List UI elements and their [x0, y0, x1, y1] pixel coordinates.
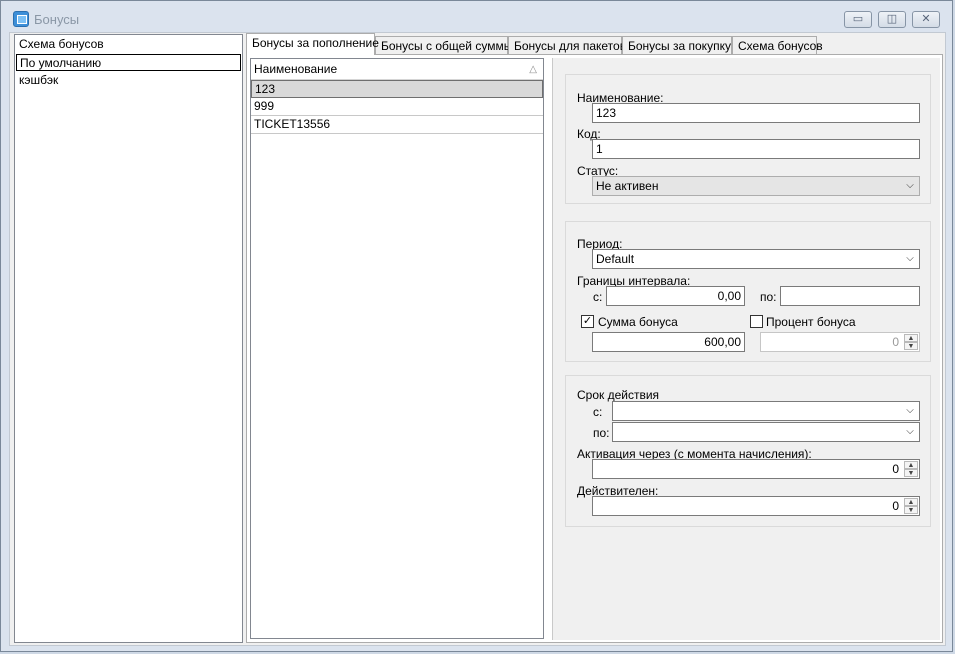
period-group: Период: Default ⌵ Границы интервала: с: …: [565, 221, 931, 362]
tab-purchase-bonuses[interactable]: Бонусы за покупку: [622, 36, 732, 55]
bonus-percent-field[interactable]: 0 ▲ ▼: [760, 332, 920, 352]
title-bar: Бонусы ▭ ◫ ✕: [1, 1, 954, 33]
spin-down-icon[interactable]: ▼: [904, 506, 918, 514]
grid-row[interactable]: TICKET13556: [251, 116, 543, 134]
tab-bonus-scheme[interactable]: Схема бонусов: [732, 36, 823, 55]
activation-value: 0: [892, 462, 899, 476]
spin-up-icon[interactable]: ▲: [904, 498, 918, 506]
grid-row[interactable]: 123: [251, 80, 543, 98]
check-icon: ✓: [582, 315, 593, 327]
validity-to-label: по:: [593, 426, 610, 440]
interval-to-field[interactable]: [780, 286, 920, 306]
interval-from-label: с:: [593, 290, 603, 304]
bonus-percent-checkbox[interactable]: [750, 315, 763, 328]
app-icon: [13, 11, 29, 27]
valid-spinner[interactable]: ▲ ▼: [904, 498, 918, 514]
tab-total-sum-bonuses[interactable]: Бонусы с общей суммы: [375, 36, 512, 55]
scheme-item-schema[interactable]: Схема бонусов: [16, 36, 241, 53]
client-area: Схема бонусов По умолчанию кэшбэк Бонусы…: [9, 32, 946, 646]
sort-ascending-icon: △: [529, 64, 537, 75]
grid-header-label: Наименование: [254, 62, 338, 76]
close-button[interactable]: ✕: [912, 11, 940, 28]
interval-to-label: по:: [760, 290, 777, 304]
chevron-down-icon[interactable]: ⌵: [903, 250, 917, 268]
minimize-button[interactable]: ▭: [844, 11, 872, 28]
scheme-item-default[interactable]: По умолчанию: [16, 54, 241, 71]
grid-header-name[interactable]: Наименование △: [251, 59, 543, 80]
code-field[interactable]: 1: [592, 139, 920, 159]
scheme-item-cashback[interactable]: кэшбэк: [16, 72, 241, 89]
spin-up-icon[interactable]: ▲: [904, 461, 918, 469]
tab-topup-bonuses[interactable]: Бонусы за пополнение: [246, 33, 379, 55]
period-value: Default: [596, 252, 635, 266]
spin-down-icon[interactable]: ▼: [904, 342, 918, 350]
bonus-sum-label: Сумма бонуса: [598, 315, 678, 329]
bonus-sum-field[interactable]: 600,00: [592, 332, 745, 352]
spin-up-icon[interactable]: ▲: [904, 334, 918, 342]
status-value: Не активен: [596, 179, 659, 193]
validity-from-select[interactable]: ⌵: [612, 401, 920, 421]
bonus-percent-value: 0: [892, 335, 899, 349]
bonus-details-panel: Наименование: 123 Код: 1 Статус: Не акти…: [552, 58, 940, 640]
tab-panel: Наименование △ 123 999 TICKET13556 Наиме…: [246, 54, 943, 643]
bonus-percent-spinner[interactable]: ▲ ▼: [904, 334, 918, 350]
validity-group: Срок действия с: ⌵ по: ⌵ Активация через…: [565, 375, 931, 527]
chevron-down-icon[interactable]: ⌵: [903, 177, 917, 195]
activation-spinner[interactable]: ▲ ▼: [904, 461, 918, 477]
bonus-window: Бонусы ▭ ◫ ✕ Схема бонусов По умолчанию …: [0, 0, 953, 652]
valid-field[interactable]: 0 ▲ ▼: [592, 496, 920, 516]
bonus-sum-checkbox[interactable]: ✓: [581, 315, 594, 328]
chevron-down-icon[interactable]: ⌵: [903, 423, 917, 441]
maximize-button[interactable]: ◫: [878, 11, 906, 28]
interval-from-field[interactable]: 0,00: [606, 286, 745, 306]
bonus-grid[interactable]: Наименование △ 123 999 TICKET13556: [250, 58, 544, 639]
tab-package-bonuses[interactable]: Бонусы для пакетов: [508, 36, 626, 55]
validity-from-label: с:: [593, 405, 603, 419]
window-title: Бонусы: [34, 12, 80, 27]
valid-value: 0: [892, 499, 899, 513]
period-select[interactable]: Default ⌵: [592, 249, 920, 269]
spin-down-icon[interactable]: ▼: [904, 469, 918, 477]
scheme-list[interactable]: Схема бонусов По умолчанию кэшбэк: [14, 34, 243, 643]
status-select[interactable]: Не активен ⌵: [592, 176, 920, 196]
grid-row[interactable]: 999: [251, 98, 543, 116]
validity-label: Срок действия: [577, 388, 660, 402]
validity-to-select[interactable]: ⌵: [612, 422, 920, 442]
chevron-down-icon[interactable]: ⌵: [903, 402, 917, 420]
bonus-percent-label: Процент бонуса: [766, 315, 856, 329]
general-group: Наименование: 123 Код: 1 Статус: Не акти…: [565, 74, 931, 204]
name-field[interactable]: 123: [592, 103, 920, 123]
activation-field[interactable]: 0 ▲ ▼: [592, 459, 920, 479]
